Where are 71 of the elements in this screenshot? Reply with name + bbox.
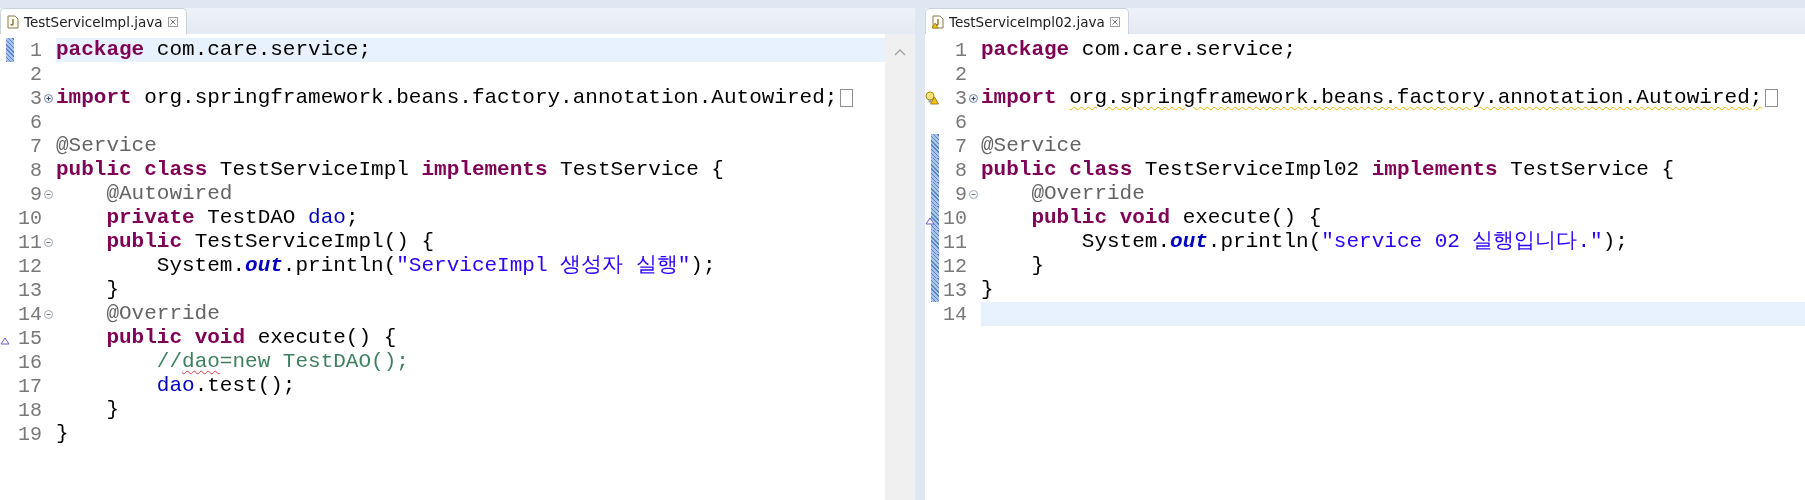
line-number: 12	[17, 254, 42, 278]
java-file-warning-icon	[932, 14, 944, 29]
code-line: System.out.println("ServiceImpl 생성자 실행");	[155, 254, 716, 278]
folded-code-icon[interactable]	[1765, 89, 1779, 107]
folded-code-icon[interactable]	[840, 89, 854, 107]
code-line: import org.springframework.beans.factory.annotation.Autowired;	[56, 86, 838, 110]
line-number: 3	[954, 86, 967, 110]
line-number: 9	[29, 182, 42, 206]
line-number: 1	[954, 38, 967, 62]
code-line: package com.care.service;	[981, 38, 1297, 62]
line-number: 6	[954, 110, 967, 134]
line-number: 11	[942, 230, 967, 254]
code-line: //dao=new TestDAO();	[155, 350, 409, 374]
editor-tab[interactable]: TestServiceImpl02.java	[925, 8, 1129, 34]
code-line: public class TestServiceImpl02 implements TestService {	[981, 158, 1675, 182]
collapse-fold-icon[interactable]	[43, 309, 53, 319]
line-number: 7	[954, 134, 967, 158]
code-line: @Service	[981, 134, 1082, 158]
tab-title: TestServiceImpl.java	[24, 13, 163, 30]
line-number: 1	[29, 38, 42, 62]
line-number: 6	[29, 110, 42, 134]
line-number: 10	[17, 206, 42, 230]
line-number: 8	[29, 158, 42, 182]
line-number: 3	[29, 86, 42, 110]
editor-tab[interactable]: TestServiceImpl.java	[0, 8, 187, 34]
line-number: 18	[17, 398, 42, 422]
code-line: }	[981, 278, 994, 302]
collapse-fold-icon[interactable]	[43, 189, 53, 199]
warning-lightbulb-icon[interactable]	[925, 91, 939, 105]
line-number: 13	[942, 278, 967, 302]
close-icon[interactable]	[167, 16, 178, 27]
line-number: 2	[29, 62, 42, 86]
line-number: 15	[17, 326, 42, 350]
line-number: 2	[954, 62, 967, 86]
line-number: 19	[17, 422, 42, 446]
code-line: public class TestServiceImpl implements TestService {	[56, 158, 724, 182]
code-line: import org.springframework.beans.factory.annotation.Autowired;	[981, 86, 1763, 110]
code-line: }	[105, 278, 119, 302]
line-number: 12	[942, 254, 967, 278]
collapse-fold-icon[interactable]	[43, 237, 53, 247]
code-line: @Service	[56, 134, 157, 158]
code-line: @Override	[1030, 182, 1145, 206]
code-line: }	[56, 422, 69, 446]
code-line: dao.test();	[155, 374, 296, 398]
line-number: 8	[954, 158, 967, 182]
close-icon[interactable]	[1109, 16, 1120, 27]
line-number: 17	[17, 374, 42, 398]
line-number: 14	[942, 302, 967, 326]
expand-fold-icon[interactable]	[43, 93, 53, 103]
code-line: @Override	[105, 302, 220, 326]
code-line: public void execute() {	[105, 326, 397, 350]
line-number: 11	[17, 230, 42, 254]
code-line: package com.care.service;	[56, 38, 372, 62]
line-number: 13	[17, 278, 42, 302]
code-line: }	[1030, 254, 1044, 278]
code-line: }	[105, 398, 119, 422]
line-number: 16	[17, 350, 42, 374]
scroll-up-icon[interactable]	[894, 48, 906, 56]
code-line: @Autowired	[105, 182, 233, 206]
line-number: 14	[17, 302, 42, 326]
code-line: public void execute() {	[1030, 206, 1322, 230]
java-file-icon	[7, 14, 19, 29]
code-line: private TestDAO dao;	[105, 206, 359, 230]
code-line: public TestServiceImpl() {	[105, 230, 435, 254]
collapse-fold-icon[interactable]	[968, 189, 978, 199]
expand-fold-icon[interactable]	[968, 93, 978, 103]
tab-title: TestServiceImpl02.java	[949, 13, 1105, 30]
line-number: 7	[29, 134, 42, 158]
line-number: 9	[954, 182, 967, 206]
code-line: System.out.println("service 02 실행입니다.");	[1080, 230, 1628, 254]
line-number: 10	[942, 206, 967, 230]
